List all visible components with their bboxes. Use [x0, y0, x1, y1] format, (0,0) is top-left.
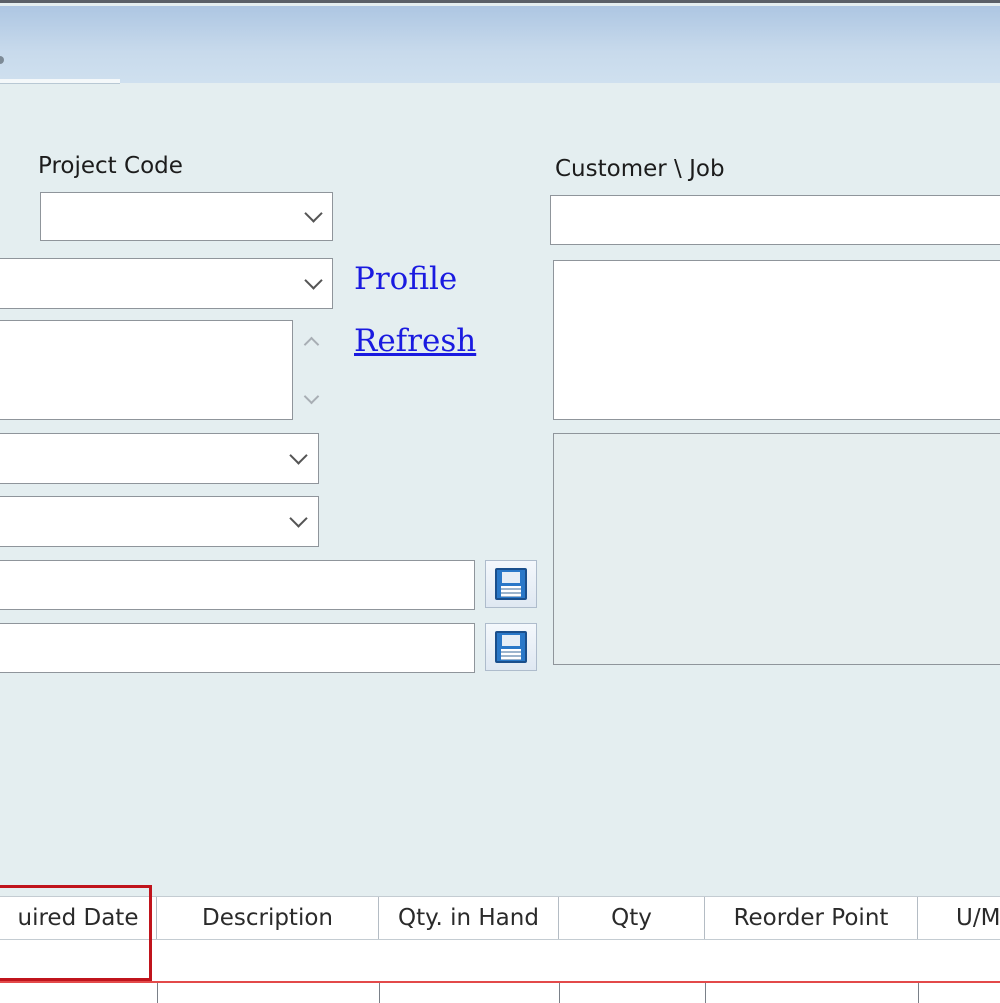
- save-button-1[interactable]: [485, 560, 537, 608]
- window-icon: [0, 56, 4, 64]
- select-dropdown-1[interactable]: [0, 258, 333, 309]
- cell-divider: [379, 983, 380, 1003]
- save-button-2[interactable]: [485, 623, 537, 671]
- chevron-down-icon: [289, 446, 308, 465]
- chevron-down-icon: [304, 271, 323, 290]
- grid-header: uired Date Description Qty. in Hand Qty …: [0, 896, 1000, 940]
- table-row[interactable]: [0, 983, 1000, 1003]
- refresh-link[interactable]: Refresh: [354, 323, 476, 359]
- floppy-disk-icon: [495, 631, 527, 663]
- tab-edge: [0, 79, 120, 84]
- project-code-dropdown[interactable]: [40, 192, 333, 241]
- project-code-label: Project Code: [38, 153, 183, 179]
- cell-divider: [559, 983, 560, 1003]
- customer-job-input[interactable]: [550, 195, 1000, 245]
- column-header-qty-in-hand[interactable]: Qty. in Hand: [379, 897, 559, 939]
- select-dropdown-2[interactable]: [0, 433, 319, 484]
- chevron-down-icon: [289, 509, 308, 528]
- column-header-description[interactable]: Description: [157, 897, 379, 939]
- table-row[interactable]: [0, 940, 1000, 982]
- scroll-up-arrow-icon[interactable]: [303, 336, 320, 353]
- column-header-qty[interactable]: Qty: [559, 897, 705, 939]
- column-header-reorder-point[interactable]: Reorder Point: [705, 897, 918, 939]
- customer-address-textarea[interactable]: [553, 260, 1000, 420]
- cell-divider: [918, 983, 919, 1003]
- select-dropdown-3[interactable]: [0, 496, 319, 547]
- window: Project Code Profile Refresh Customer \ …: [0, 0, 1000, 1003]
- notes-textarea[interactable]: [0, 320, 293, 420]
- customer-info-panel: [553, 433, 1000, 665]
- chevron-down-icon: [304, 204, 323, 223]
- text-field-2[interactable]: [0, 623, 475, 673]
- customer-job-label: Customer \ Job: [555, 156, 725, 182]
- column-header-um[interactable]: U/M: [918, 897, 1000, 939]
- cell-divider: [705, 983, 706, 1003]
- column-header-required-date[interactable]: uired Date: [0, 897, 157, 939]
- cell-divider: [157, 983, 158, 1003]
- textarea-scrollbar[interactable]: [294, 321, 328, 419]
- scroll-down-arrow-icon[interactable]: [303, 388, 320, 405]
- title-bar: [0, 6, 1000, 83]
- profile-link[interactable]: Profile: [354, 261, 457, 297]
- floppy-disk-icon: [495, 568, 527, 600]
- text-field-1[interactable]: [0, 560, 475, 610]
